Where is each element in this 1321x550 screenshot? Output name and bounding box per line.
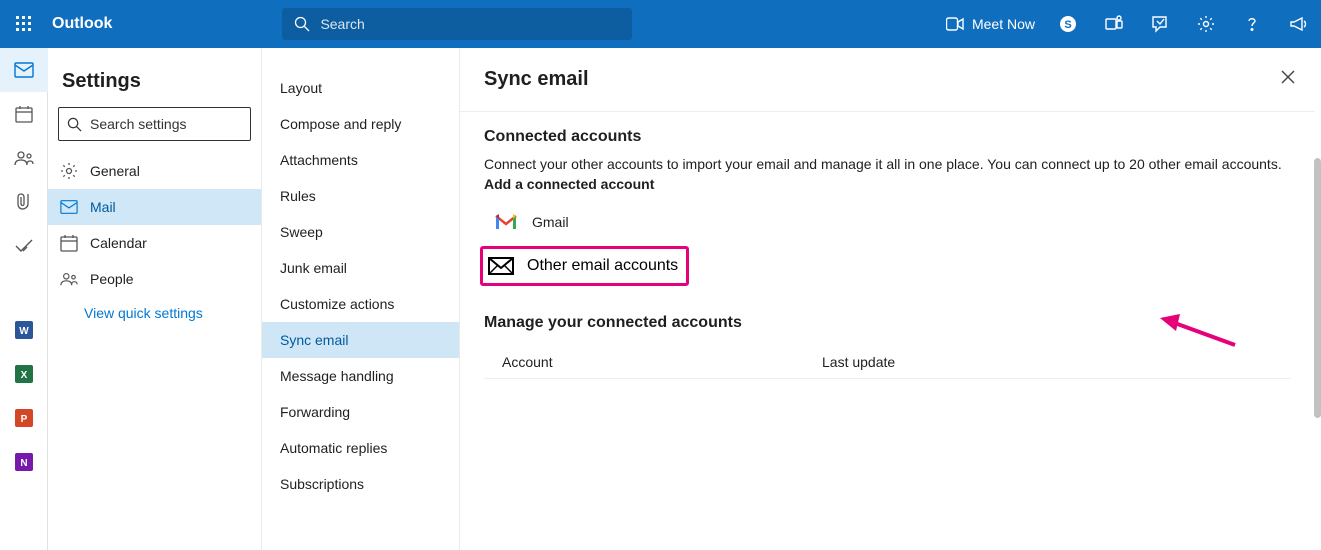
video-icon: [946, 17, 964, 31]
settings-gear-icon[interactable]: [1183, 0, 1229, 48]
search-icon: [294, 16, 310, 32]
svg-text:N: N: [20, 458, 27, 469]
divider: [460, 111, 1315, 112]
rail-powerpoint-icon[interactable]: P: [0, 396, 48, 440]
rail-todo-icon[interactable]: [0, 224, 48, 268]
page-title: Sync email: [484, 68, 1291, 91]
skype-icon[interactable]: S: [1045, 0, 1091, 48]
manage-accounts-heading: Manage your connected accounts: [484, 314, 1291, 332]
category-label: Mail: [90, 199, 116, 215]
category-label: Calendar: [90, 235, 147, 251]
gear-icon: [60, 162, 78, 180]
envelope-icon: [487, 257, 515, 275]
subnav-junk-email[interactable]: Junk email: [262, 250, 459, 286]
banner-actions: Meet Now S: [946, 0, 1321, 48]
search-placeholder: Search: [320, 16, 364, 32]
svg-text:S: S: [1064, 19, 1071, 31]
calendar-icon: [60, 234, 78, 252]
rail-mail-icon[interactable]: [0, 48, 48, 92]
subnav-sweep[interactable]: Sweep: [262, 214, 459, 250]
subnav-customize-actions[interactable]: Customize actions: [262, 286, 459, 322]
settings-title: Settings: [48, 70, 261, 107]
people-icon: [60, 270, 78, 288]
meet-now-button[interactable]: Meet Now: [946, 16, 1035, 32]
accounts-table-header: Account Last update: [484, 342, 1291, 379]
rail-people-icon[interactable]: [0, 136, 48, 180]
rail-onenote-icon[interactable]: N: [0, 440, 48, 484]
rail-word-icon[interactable]: W: [0, 308, 48, 352]
category-label: General: [90, 163, 140, 179]
option-label: Gmail: [532, 214, 569, 230]
settings-panel: Settings Search settings General Mail Ca…: [48, 48, 1321, 550]
svg-text:X: X: [20, 370, 27, 381]
top-banner: Outlook Search Meet Now S: [0, 0, 1321, 48]
add-account-label: Add a connected account: [484, 176, 1291, 192]
gmail-icon: [492, 214, 520, 230]
megaphone-icon[interactable]: [1275, 0, 1321, 48]
settings-content-column: Sync email Connected accounts Connect yo…: [460, 48, 1321, 550]
subnav-subscriptions[interactable]: Subscriptions: [262, 466, 459, 502]
option-label: Other email accounts: [527, 257, 678, 275]
col-account: Account: [502, 354, 822, 370]
subnav-message-handling[interactable]: Message handling: [262, 358, 459, 394]
settings-search-input[interactable]: Search settings: [58, 107, 251, 141]
connected-accounts-description: Connect your other accounts to import yo…: [484, 156, 1291, 172]
svg-text:P: P: [20, 414, 27, 425]
category-general[interactable]: General: [48, 153, 261, 189]
view-quick-settings-link[interactable]: View quick settings: [48, 297, 261, 321]
settings-search-placeholder: Search settings: [90, 116, 187, 132]
subnav-attachments[interactable]: Attachments: [262, 142, 459, 178]
category-label: People: [90, 271, 134, 287]
help-icon[interactable]: [1229, 0, 1275, 48]
rail-files-icon[interactable]: [0, 180, 48, 224]
subnav-forwarding[interactable]: Forwarding: [262, 394, 459, 430]
scrollbar[interactable]: [1314, 158, 1321, 418]
subnav-automatic-replies[interactable]: Automatic replies: [262, 430, 459, 466]
add-gmail-option[interactable]: Gmail: [484, 202, 1291, 242]
brand-label: Outlook: [52, 15, 112, 33]
subnav-layout[interactable]: Layout: [262, 70, 459, 106]
connected-accounts-heading: Connected accounts: [484, 128, 1291, 146]
left-rail: W X P N: [0, 48, 48, 550]
meet-now-label: Meet Now: [972, 16, 1035, 32]
subnav-compose-reply[interactable]: Compose and reply: [262, 106, 459, 142]
mail-icon: [60, 198, 78, 216]
subnav-sync-email[interactable]: Sync email: [262, 322, 459, 358]
svg-text:W: W: [19, 326, 29, 337]
search-icon: [67, 117, 82, 132]
category-people[interactable]: People: [48, 261, 261, 297]
teams-icon[interactable]: [1091, 0, 1137, 48]
category-mail[interactable]: Mail: [48, 189, 261, 225]
global-search-input[interactable]: Search: [282, 8, 632, 40]
settings-categories-column: Settings Search settings General Mail Ca…: [48, 48, 262, 550]
my-day-icon[interactable]: [1137, 0, 1183, 48]
close-icon: [1281, 70, 1295, 84]
category-calendar[interactable]: Calendar: [48, 225, 261, 261]
rail-excel-icon[interactable]: X: [0, 352, 48, 396]
settings-subnav-column: Layout Compose and reply Attachments Rul…: [262, 48, 460, 550]
rail-calendar-icon[interactable]: [0, 92, 48, 136]
add-other-email-option[interactable]: Other email accounts: [480, 246, 689, 286]
col-last-update: Last update: [822, 354, 895, 370]
app-launcher-icon[interactable]: [0, 0, 48, 48]
subnav-rules[interactable]: Rules: [262, 178, 459, 214]
close-button[interactable]: [1281, 70, 1295, 89]
